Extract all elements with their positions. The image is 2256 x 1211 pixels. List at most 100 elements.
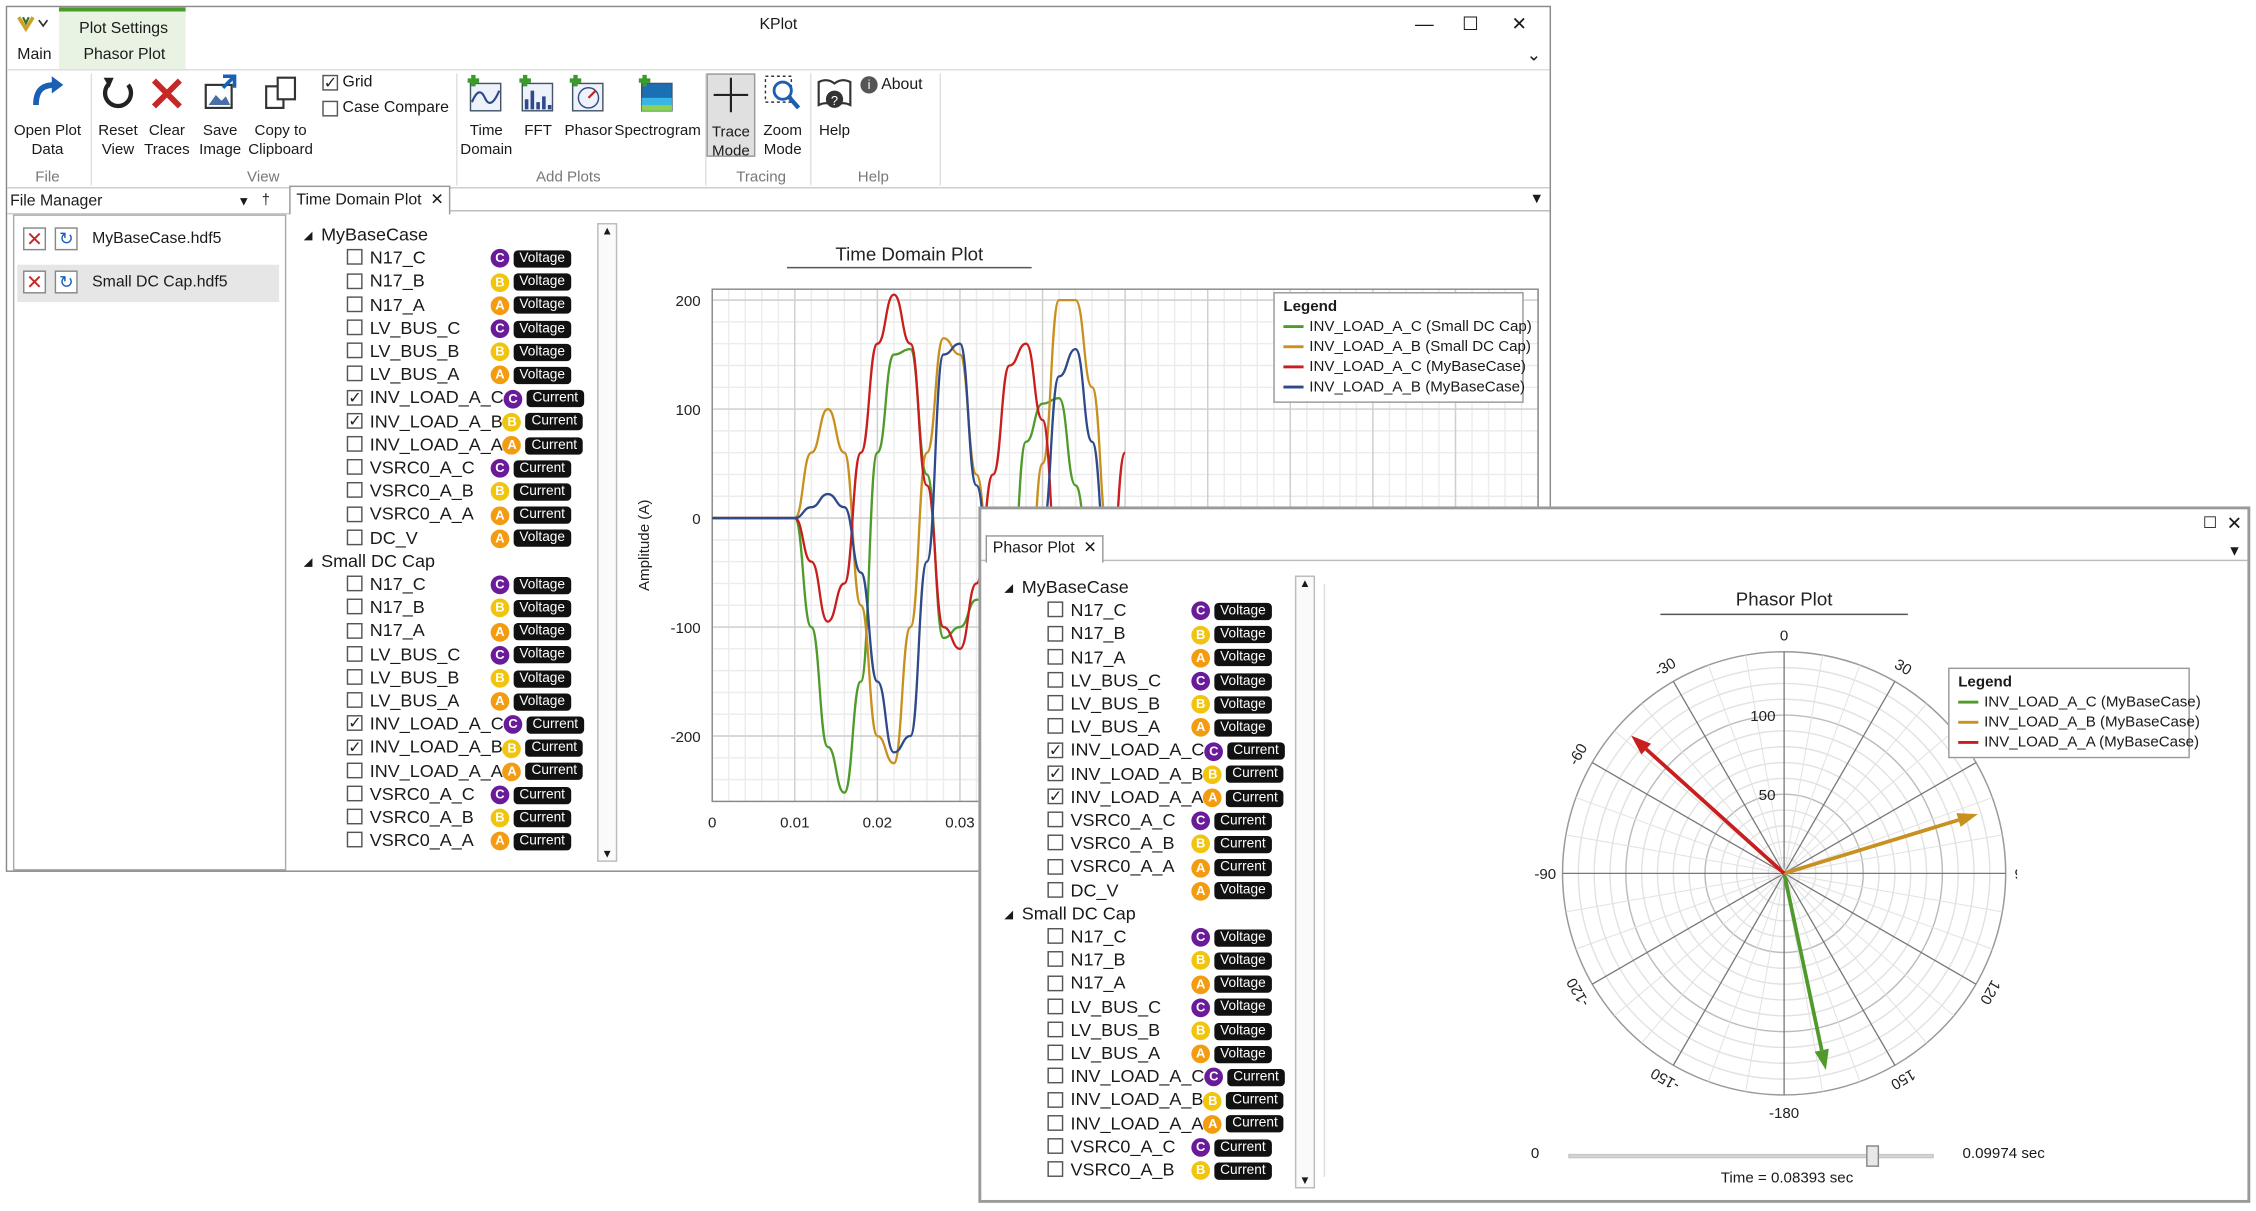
tab-plot-settings[interactable]: Plot Settings — [62, 16, 185, 43]
signal-checkbox[interactable] — [346, 736, 363, 759]
signal-checkbox[interactable] — [346, 669, 363, 685]
tree-signal-row[interactable]: VSRC0_A_B B Current — [346, 806, 571, 829]
tree-signal-row[interactable]: N17_A A Voltage — [1047, 972, 1272, 995]
signal-checkbox[interactable] — [1047, 811, 1064, 828]
ribbon-collapse-chevron-icon[interactable]: ⌄ — [1526, 45, 1540, 65]
tree-signal-row[interactable]: INV_LOAD_A_BBCurrent — [1047, 1088, 1284, 1111]
signal-checkbox[interactable] — [346, 505, 363, 522]
tree-signal-row[interactable]: LV_BUS_B B Voltage — [346, 340, 571, 363]
tree-signal-row[interactable]: N17_B B Voltage — [346, 270, 571, 293]
signal-checkbox[interactable] — [1047, 601, 1064, 618]
signal-checkbox[interactable] — [1047, 739, 1064, 762]
time-slider-track[interactable] — [1568, 1145, 1934, 1167]
tree-signal-row[interactable]: N17_C C Voltage — [1047, 599, 1272, 622]
tree-signal-row[interactable]: N17_A A Voltage — [346, 293, 571, 316]
signal-checkbox[interactable] — [1047, 671, 1064, 688]
tree-signal-row[interactable]: N17_B B Voltage — [1047, 948, 1272, 971]
tree-signal-row[interactable]: VSRC0_A_C C Current — [346, 782, 571, 805]
tree-case-node[interactable]: ◢ MyBaseCase — [304, 223, 428, 246]
tree-signal-row[interactable]: LV_BUS_B B Voltage — [1047, 1018, 1272, 1041]
pin-icon[interactable]: † — [262, 188, 270, 214]
signal-checkbox[interactable] — [346, 459, 363, 476]
file-item[interactable]: ✕ ↻ MyBaseCase.hdf5 — [17, 222, 279, 259]
signal-checkbox[interactable] — [1047, 1114, 1064, 1131]
tree-signal-row[interactable]: VSRC0_A_B B Current — [1047, 1158, 1272, 1181]
signal-checkbox[interactable] — [346, 808, 363, 825]
signal-checkbox[interactable] — [346, 529, 363, 546]
tree-signal-row[interactable]: VSRC0_A_B B Current — [1047, 832, 1272, 855]
minimize-icon[interactable]: — — [1400, 10, 1449, 39]
tree-signal-row[interactable]: VSRC0_A_C C Current — [1047, 1135, 1272, 1158]
signal-checkbox[interactable] — [346, 762, 363, 779]
reload-file-icon[interactable]: ↻ — [54, 227, 78, 251]
signal-checkbox[interactable] — [1047, 1091, 1064, 1108]
case-compare-checkbox[interactable]: Case Compare — [322, 96, 449, 119]
scroll-down-icon[interactable]: ▼ — [599, 847, 616, 860]
tree-signal-row[interactable]: INV_LOAD_A_AACurrent — [1047, 1112, 1284, 1135]
tab-close-icon[interactable]: ✕ — [430, 191, 443, 208]
tree-signal-row[interactable]: DC_V A Voltage — [346, 526, 571, 549]
about-button[interactable]: i About — [860, 75, 923, 98]
tree-signal-row[interactable]: VSRC0_A_B B Current — [346, 479, 571, 502]
tree-signal-row[interactable]: N17_C C Voltage — [346, 573, 571, 596]
signal-checkbox[interactable] — [1047, 648, 1064, 665]
tree-signal-row[interactable]: LV_BUS_A A Voltage — [346, 689, 571, 712]
scroll-up-icon[interactable]: ▲ — [1296, 577, 1313, 590]
signal-checkbox[interactable] — [1047, 974, 1064, 991]
signal-checkbox[interactable] — [346, 366, 363, 382]
tree-signal-row[interactable]: LV_BUS_C C Voltage — [1047, 669, 1272, 692]
grid-checkbox[interactable]: Grid — [322, 71, 372, 94]
spectrogram-button[interactable]: Spectrogram — [614, 73, 701, 141]
time-slider-thumb[interactable] — [1865, 1145, 1879, 1167]
close-icon[interactable]: ✕ — [1495, 10, 1544, 39]
fft-button[interactable]: FFT — [517, 73, 560, 141]
tree-signal-row[interactable]: LV_BUS_A A Voltage — [1047, 715, 1272, 738]
remove-file-icon[interactable]: ✕ — [23, 270, 47, 294]
expand-arrow-icon[interactable]: ◢ — [1004, 907, 1013, 920]
tree-signal-row[interactable]: N17_B B Voltage — [346, 596, 571, 619]
signal-checkbox[interactable] — [346, 622, 363, 639]
case-compare-check-box[interactable] — [322, 100, 339, 116]
tree-signal-row[interactable]: INV_LOAD_A_BBCurrent — [1047, 762, 1284, 785]
tree-signal-row[interactable]: N17_A A Voltage — [1047, 645, 1272, 668]
reload-file-icon[interactable]: ↻ — [54, 270, 78, 294]
tree-case-node[interactable]: ◢ Small DC Cap — [1004, 902, 1135, 925]
signal-checkbox[interactable] — [1047, 1021, 1064, 1038]
signal-checkbox[interactable] — [346, 410, 363, 433]
signal-checkbox[interactable] — [346, 386, 363, 409]
signal-checkbox[interactable] — [1047, 928, 1064, 945]
tree-case-node[interactable]: ◢ Small DC Cap — [304, 549, 435, 572]
signal-checkbox[interactable] — [346, 272, 363, 289]
tree-signal-row[interactable]: VSRC0_A_C C Current — [1047, 809, 1272, 832]
tree-signal-row[interactable]: VSRC0_A_A A Current — [346, 829, 571, 852]
signal-checkbox[interactable] — [1047, 951, 1064, 968]
phasor-tree-scrollbar[interactable]: ▲ ▼ — [1294, 575, 1316, 1189]
tree-signal-row[interactable]: INV_LOAD_A_AACurrent — [346, 433, 583, 456]
tree-signal-row[interactable]: LV_BUS_B B Voltage — [346, 666, 571, 689]
signal-checkbox[interactable] — [346, 342, 363, 359]
signal-checkbox[interactable] — [346, 692, 363, 709]
signal-checkbox[interactable] — [1047, 695, 1064, 712]
signal-checkbox[interactable] — [346, 645, 363, 662]
phasor-button[interactable]: Phasor — [563, 73, 615, 141]
signal-checkbox[interactable] — [346, 599, 363, 615]
tab-main[interactable]: Main — [7, 42, 61, 69]
dropdown-arrow-icon[interactable]: ▼ — [237, 188, 250, 214]
tree-signal-row[interactable]: LV_BUS_C C Voltage — [1047, 995, 1272, 1018]
time-domain-button[interactable]: Time Domain — [459, 73, 514, 159]
signal-checkbox[interactable] — [346, 482, 363, 499]
signal-checkbox[interactable] — [346, 832, 363, 849]
maximize-icon[interactable]: ☐ — [2196, 509, 2225, 538]
tree-signal-row[interactable]: N17_A A Voltage — [346, 619, 571, 642]
tab-phasor-plot-doc[interactable]: Phasor Plot ✕ — [985, 535, 1104, 563]
close-icon[interactable]: ✕ — [2222, 509, 2248, 538]
signal-checkbox[interactable] — [1047, 1161, 1064, 1178]
signal-tree-scrollbar[interactable]: ▲ ▼ — [597, 223, 618, 862]
help-button[interactable]: ? Help — [813, 73, 856, 141]
tree-signal-row[interactable]: LV_BUS_C C Voltage — [346, 316, 571, 339]
tree-signal-row[interactable]: INV_LOAD_A_BBCurrent — [346, 736, 583, 759]
copy-clipboard-button[interactable]: Copy to Clipboard — [246, 73, 315, 159]
expand-arrow-icon[interactable]: ◢ — [304, 228, 313, 241]
signal-checkbox[interactable] — [346, 713, 363, 736]
phasor-chart[interactable]: Phasor Plot 0 30 90 120 150 -180 -150 -120 -90 -60… — [1528, 567, 2017, 1128]
